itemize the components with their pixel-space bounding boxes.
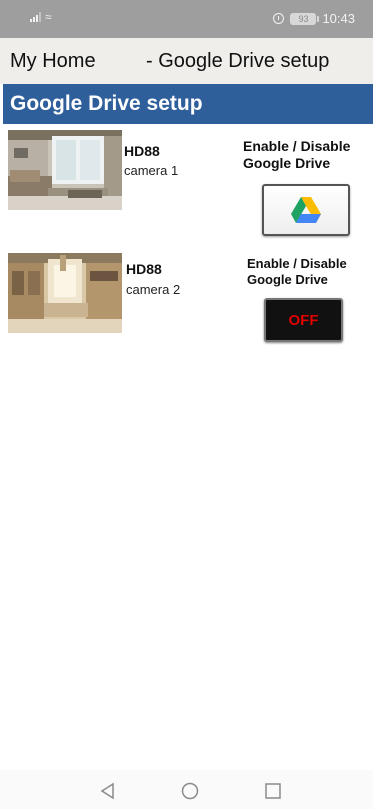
google-drive-icon xyxy=(291,197,321,223)
status-bar: ≈ 93 10:43 xyxy=(0,0,373,38)
wifi-icon: ≈ xyxy=(45,10,52,24)
page-title: - Google Drive setup xyxy=(146,50,330,72)
status-left: ≈ xyxy=(30,10,52,24)
toggle-label-line1: Enable / Disable xyxy=(247,256,347,271)
my-home-link[interactable]: My Home xyxy=(10,50,96,73)
camera-model: HD88 xyxy=(124,143,160,159)
camera-name: camera 1 xyxy=(124,163,179,178)
section-banner: Google Drive setup xyxy=(3,84,373,124)
recent-apps-icon[interactable] xyxy=(263,782,283,800)
toggle-label: Enable / Disable Google Drive xyxy=(247,256,347,288)
camera-row: HD88 camera 1 Enable / Disable Google Dr… xyxy=(0,126,373,241)
camera-thumbnail[interactable] xyxy=(8,130,122,210)
battery-icon: 93 xyxy=(290,12,320,25)
toggle-label-line1: Enable / Disable xyxy=(243,138,351,154)
back-icon[interactable] xyxy=(98,782,118,800)
camera-row: HD88 camera 2 Enable / Disable Google Dr… xyxy=(0,250,373,350)
google-drive-toggle-button[interactable] xyxy=(262,184,350,236)
signal-icon xyxy=(30,12,41,22)
toggle-label: Enable / Disable Google Drive xyxy=(243,138,350,172)
status-right: 93 10:43 xyxy=(273,11,355,26)
google-drive-off-button[interactable]: OFF xyxy=(264,298,343,342)
camera-thumbnail[interactable] xyxy=(8,253,122,333)
app-header: My Home - Google Drive setup xyxy=(0,38,373,84)
toggle-label-line2: Google Drive xyxy=(243,155,331,171)
home-icon[interactable] xyxy=(180,782,200,800)
clock: 10:43 xyxy=(322,11,355,26)
alarm-icon xyxy=(273,13,285,24)
camera-model: HD88 xyxy=(126,261,162,277)
camera-name: camera 2 xyxy=(126,282,181,297)
toggle-label-line2: Google Drive xyxy=(247,272,328,287)
off-label: OFF xyxy=(288,311,319,329)
navigation-bar xyxy=(0,770,373,809)
